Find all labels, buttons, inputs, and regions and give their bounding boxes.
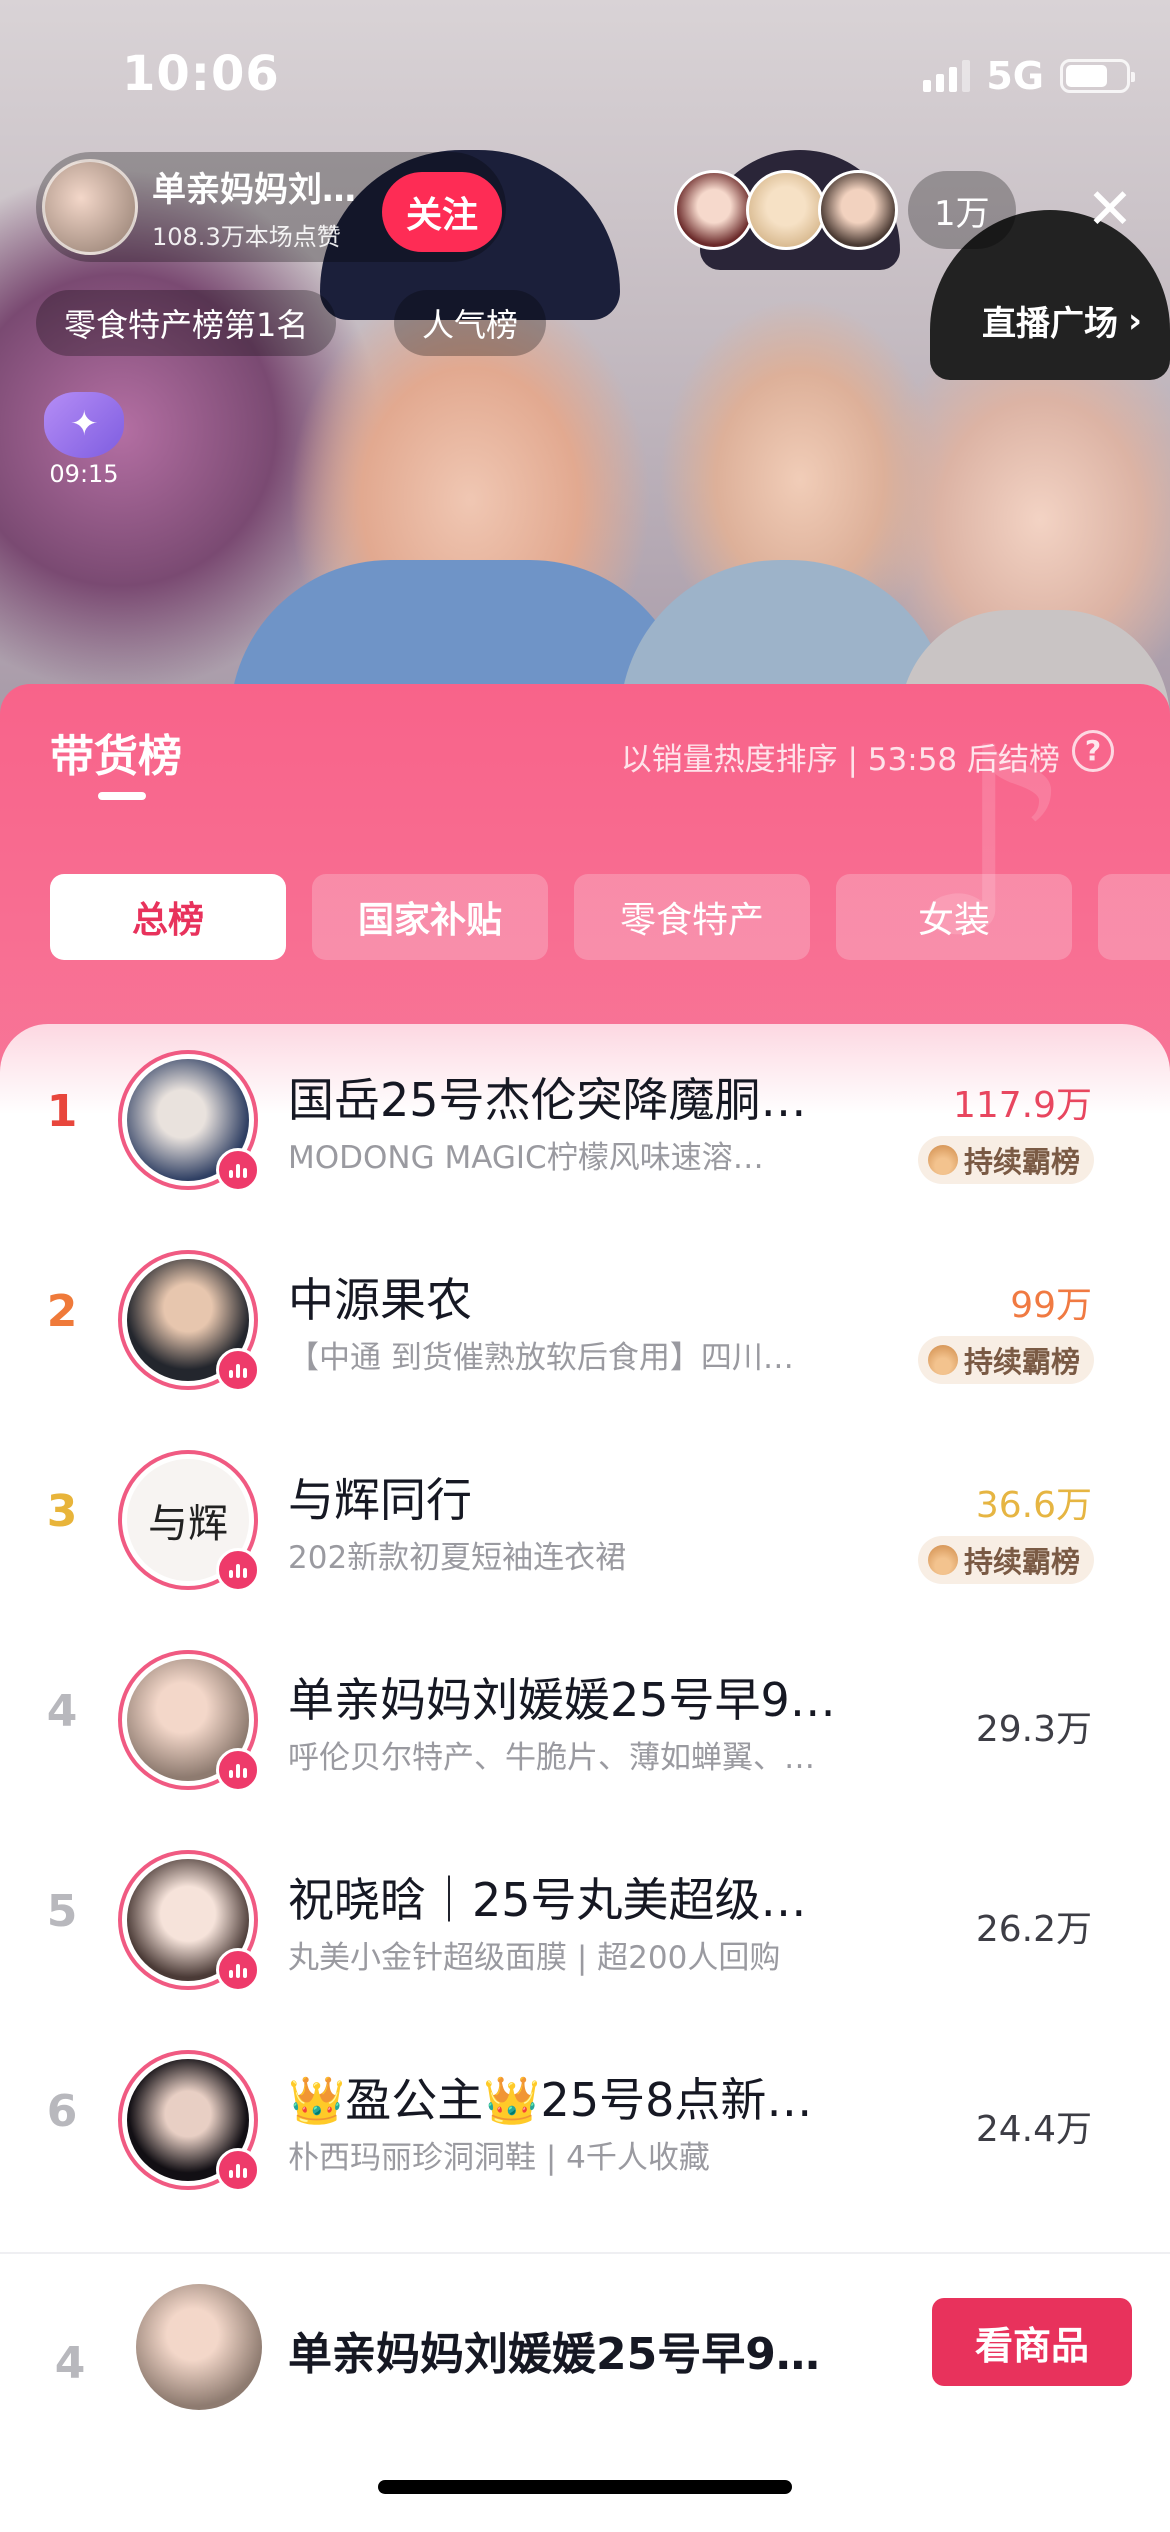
viewer-avatar[interactable] [746, 170, 826, 250]
badge-label: 持续霸榜 [963, 1545, 1080, 1579]
sort-info: 以销量热度排序 | 53:58 后结榜 [620, 742, 1060, 778]
category-rank-chip[interactable]: 零食特产榜第1名 [36, 290, 337, 356]
tab-national-subsidy[interactable]: 国家补贴 [312, 874, 548, 960]
streamer-name: 与辉同行 [288, 1473, 472, 1527]
product-subtitle: 【中通 到货催熟放软后食用】四川… [288, 1340, 794, 1376]
current-host-avatar[interactable] [136, 2284, 262, 2410]
ranking-row[interactable]: 1 国岳25号杰伦突降魔胴… MODONG MAGIC柠檬风味速溶… 117.9… [0, 1024, 1170, 1224]
timer-badge[interactable]: 09:15 [36, 392, 132, 488]
gift-box-icon [44, 392, 124, 458]
viewer-list[interactable]: 1万 [674, 170, 1016, 250]
current-host-bar[interactable]: 4 单亲妈妈刘媛媛25号早9… 看商品 [0, 2252, 1170, 2532]
live-indicator-icon [216, 2148, 260, 2192]
streamer-name: 国岳25号杰伦突降魔胴… [288, 1073, 807, 1127]
close-icon[interactable]: ✕ [1080, 180, 1140, 240]
ranking-row[interactable]: 6 👑盈公主👑25号8点新… 朴西玛丽珍洞洞鞋 | 4千人收藏 24.4万 [0, 2024, 1170, 2224]
viewer-avatar[interactable] [674, 170, 754, 250]
live-indicator-icon [216, 1748, 260, 1792]
product-subtitle: 朴西玛丽珍洞洞鞋 | 4千人收藏 [288, 2140, 710, 2176]
sheet-title: 带货榜 [50, 731, 182, 782]
tab-more[interactable] [1098, 874, 1170, 960]
signal-icon [923, 60, 971, 92]
badge-label: 持续霸榜 [963, 1145, 1080, 1179]
product-subtitle: 呼伦贝尔特产、牛脆片、薄如蝉翼、… [288, 1740, 815, 1776]
follow-button[interactable]: 关注 [382, 172, 502, 252]
streamer-avatar[interactable] [118, 2050, 260, 2192]
host-name: 单亲妈妈刘… [152, 170, 356, 210]
flame-icon [927, 1345, 958, 1375]
streamer-name: 祝晓晗｜25号丸美超级面… [288, 1873, 848, 1927]
battery-icon [1060, 59, 1135, 93]
streamer-avatar[interactable] [118, 1650, 260, 1792]
top-streak-badge: 持续霸榜 [917, 1336, 1094, 1384]
live-indicator-icon [216, 1348, 260, 1392]
rank-number: 5 [46, 1886, 78, 1937]
sales-heat-value: 24.4万 [975, 2109, 1092, 2150]
help-icon[interactable]: ? [1072, 730, 1114, 772]
badge-label: 持续霸榜 [963, 1345, 1080, 1379]
flame-icon [927, 1545, 958, 1575]
ranking-row[interactable]: 2 中源果农 【中通 到货催熟放软后食用】四川… 99万 持续霸榜 [0, 1224, 1170, 1424]
live-indicator-icon [216, 1548, 260, 1592]
status-indicators: 5G [923, 54, 1135, 98]
status-time: 10:06 [122, 46, 280, 102]
current-rank: 4 [54, 2338, 86, 2389]
streamer-avatar[interactable] [118, 1050, 260, 1192]
battery-level [1066, 65, 1107, 87]
rank-number: 3 [46, 1486, 78, 1537]
rank-number: 2 [46, 1286, 78, 1337]
sales-heat-value: 36.6万 [975, 1485, 1092, 1526]
view-products-button[interactable]: 看商品 [932, 2298, 1132, 2386]
streamer-avatar[interactable]: 与辉 [118, 1450, 260, 1592]
product-subtitle: 丸美小金针超级面膜 | 超200人回购 [288, 1940, 781, 1976]
category-tabs: 总榜 国家补贴 零食特产 女装 [50, 874, 1170, 960]
network-type: 5G [986, 54, 1044, 98]
streamer-name: 中源果农 [288, 1273, 472, 1327]
tab-snacks[interactable]: 零食特产 [574, 874, 810, 960]
chevron-right-icon: › [1127, 300, 1142, 341]
live-plaza-label: 直播广场 [981, 304, 1118, 344]
streamer-avatar[interactable] [118, 1850, 260, 1992]
rank-number: 4 [46, 1686, 78, 1737]
product-subtitle: MODONG MAGIC柠檬风味速溶… [288, 1140, 764, 1176]
host-text: 单亲妈妈刘… 108.3万本场点赞 [152, 162, 372, 252]
ranking-row[interactable]: 5 祝晓晗｜25号丸美超级面… 丸美小金针超级面膜 | 超200人回购 26.2… [0, 1824, 1170, 2024]
streamer-name: 单亲妈妈刘媛媛25号早9… [288, 1673, 836, 1727]
product-subtitle: 202新款初夏短袖连衣裙 [288, 1540, 627, 1576]
sales-heat-value: 29.3万 [975, 1709, 1092, 1750]
live-indicator-icon [216, 1948, 260, 1992]
sales-heat-value: 117.9万 [952, 1085, 1092, 1126]
live-video-background [0, 0, 1170, 720]
live-plaza-link[interactable]: 直播广场 › [982, 296, 1142, 345]
title-underline [98, 792, 146, 800]
tab-overall[interactable]: 总榜 [50, 874, 286, 960]
top-streak-badge: 持续霸榜 [917, 1536, 1094, 1584]
streamer-avatar[interactable] [118, 1250, 260, 1392]
viewer-count[interactable]: 1万 [908, 171, 1016, 249]
streamer-name: 👑盈公主👑25号8点新… [288, 2073, 813, 2127]
host-avatar[interactable] [42, 159, 138, 255]
tab-womens-wear[interactable]: 女装 [836, 874, 1072, 960]
sales-heat-value: 99万 [1010, 1285, 1092, 1326]
rank-number: 1 [46, 1086, 78, 1137]
home-indicator[interactable] [378, 2480, 792, 2494]
sales-heat-value: 26.2万 [975, 1909, 1092, 1950]
viewer-avatar[interactable] [818, 170, 898, 250]
host-likes: 108.3万本场点赞 [152, 223, 341, 251]
ranking-row[interactable]: 3 与辉 与辉同行 202新款初夏短袖连衣裙 36.6万 持续霸榜 [0, 1424, 1170, 1624]
current-host-name: 单亲妈妈刘媛媛25号早9… [288, 2329, 820, 2380]
flame-icon [927, 1145, 958, 1175]
popular-rank-chip[interactable]: 人气榜 [394, 290, 547, 356]
timer-label: 09:15 [49, 460, 119, 488]
ranking-row[interactable]: 4 单亲妈妈刘媛媛25号早9… 呼伦贝尔特产、牛脆片、薄如蝉翼、… 29.3万 [0, 1624, 1170, 1824]
rank-number: 6 [46, 2086, 78, 2137]
top-streak-badge: 持续霸榜 [917, 1136, 1094, 1184]
live-indicator-icon [216, 1148, 260, 1192]
ranking-list: 1 国岳25号杰伦突降魔胴… MODONG MAGIC柠檬风味速溶… 117.9… [0, 1024, 1170, 2284]
